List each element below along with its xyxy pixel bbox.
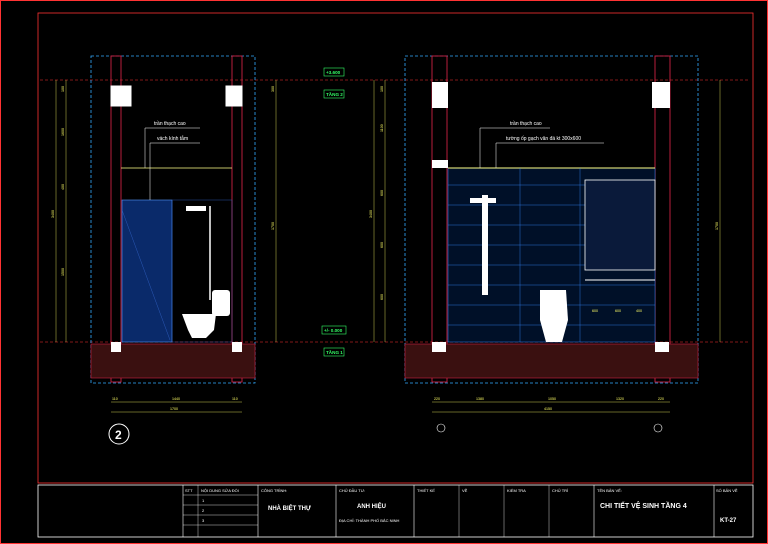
right-width-3: 1320 xyxy=(616,397,624,401)
left-height-3: 1500 xyxy=(61,268,65,276)
ceiling-label: trần thạch cao xyxy=(154,121,186,127)
shower-head-right-icon xyxy=(470,198,496,203)
ceiling-label-right: trần thạch cao xyxy=(510,121,542,127)
right-floor-slab xyxy=(404,343,699,379)
shower-head-icon xyxy=(186,206,206,211)
owner-name: ANH HIỆU xyxy=(357,502,386,510)
right-beam-left xyxy=(432,82,448,108)
right-width-2: 1050 xyxy=(548,397,556,401)
left-total-width: 1700 xyxy=(170,407,178,411)
left-height-4: 300 xyxy=(271,86,275,92)
left-width-0: 110 xyxy=(112,397,118,401)
fixture-dim-0: 600 xyxy=(592,309,598,313)
mirror xyxy=(584,179,656,271)
cad-drawing-sheet: trần thạch cao vách kính tắm 3400 100 16… xyxy=(0,0,768,544)
rev-header-content: NỘI DUNG SỬA ĐỔI xyxy=(201,488,239,493)
right-floor-node-l xyxy=(432,342,446,352)
role-check: KIỂM TRA xyxy=(507,488,526,493)
right-height-0: 100 xyxy=(380,86,384,92)
partition-label: vách kính tắm xyxy=(157,135,188,142)
level-markers: +3.600 TẦNG 2 +/- 0.000 TẦNG 1 xyxy=(321,67,375,357)
role-columns xyxy=(458,485,550,537)
left-beam xyxy=(110,85,132,107)
lower-level-value: +/- 0.000 xyxy=(324,328,343,333)
left-height-1: 1600 xyxy=(61,128,65,136)
right-height-5: 1700 xyxy=(715,222,719,230)
right-width-1: 1380 xyxy=(476,397,484,401)
left-height-0: 100 xyxy=(61,86,65,92)
left-width-2: 110 xyxy=(232,397,238,401)
toilet-tank xyxy=(212,290,230,316)
upper-level-value: +3.600 xyxy=(326,70,341,75)
rev-row-3: 3 xyxy=(202,518,205,523)
right-floor-node-r xyxy=(655,342,669,352)
right-height-1: 1100 xyxy=(380,124,384,132)
right-height-3: 600 xyxy=(380,242,384,248)
right-width-4: 220 xyxy=(658,397,664,401)
rev-row-1: 1 xyxy=(202,498,205,503)
right-width-0: 220 xyxy=(434,397,440,401)
fixture-dim-1: 600 xyxy=(615,309,621,313)
lower-level-name: TẦNG 1 xyxy=(326,349,343,355)
project-label: CÔNG TRÌNH: xyxy=(261,488,287,493)
view-number: 2 xyxy=(115,428,122,442)
shower-glass-partition xyxy=(121,199,173,343)
owner-address: ĐỊA CHỈ: THÀNH PHỐ BẮC NINH xyxy=(339,518,399,523)
shower-column xyxy=(482,195,488,295)
title-block: STT NỘI DUNG SỬA ĐỔI 1 2 3 CÔNG TRÌNH: N… xyxy=(37,484,754,538)
left-width-1: 1440 xyxy=(172,397,180,401)
role-draw: VẼ xyxy=(462,488,468,493)
floor-node-left xyxy=(111,342,121,352)
sheet-number: KT-27 xyxy=(720,518,737,524)
owner-label: CHỦ ĐẦU TƯ: xyxy=(339,488,365,493)
drawing-title: CHI TIẾT VỆ SINH TẦNG 4 xyxy=(600,500,687,510)
left-elevation-view: trần thạch cao vách kính tắm 3400 100 16… xyxy=(51,55,277,445)
right-elevation-view: trần thạch cao tường ốp gạch vân đá kt 3… xyxy=(369,55,721,433)
right-wall-node xyxy=(432,160,448,168)
floor-node-right xyxy=(232,342,242,352)
fixture-dim-2: 400 xyxy=(636,309,642,313)
project-name: NHÀ BIỆT THỰ xyxy=(268,504,311,512)
rev-row-2: 2 xyxy=(202,508,205,513)
left-height-2: 400 xyxy=(61,184,65,190)
right-overall-height: 3400 xyxy=(369,210,373,218)
upper-level-name: TẦNG 2 xyxy=(326,91,343,97)
right-beam-right xyxy=(652,82,670,108)
title-block-frame xyxy=(37,484,754,538)
role-design: THIẾT KẾ xyxy=(417,488,435,493)
drawing-title-label: TÊN BẢN VẼ: xyxy=(597,488,622,493)
tile-label: tường ốp gạch vân đá kt 300x600 xyxy=(506,136,581,142)
right-height-2: 600 xyxy=(380,190,384,196)
left-height-5: 1700 xyxy=(271,222,275,230)
role-lead: CHỦ TRÌ xyxy=(552,488,568,493)
right-beam xyxy=(225,85,243,107)
right-total-width: 4150 xyxy=(544,407,552,411)
grid-bubble-left xyxy=(436,423,446,433)
right-height-4: 600 xyxy=(380,294,384,300)
left-overall-height: 3400 xyxy=(51,210,55,218)
rev-header-no: STT xyxy=(185,488,193,493)
sheet-label: SỐ BẢN VẼ xyxy=(716,488,738,493)
toilet-icon xyxy=(182,314,216,338)
grid-bubble-right xyxy=(653,423,663,433)
toilet-right-icon xyxy=(540,290,568,342)
